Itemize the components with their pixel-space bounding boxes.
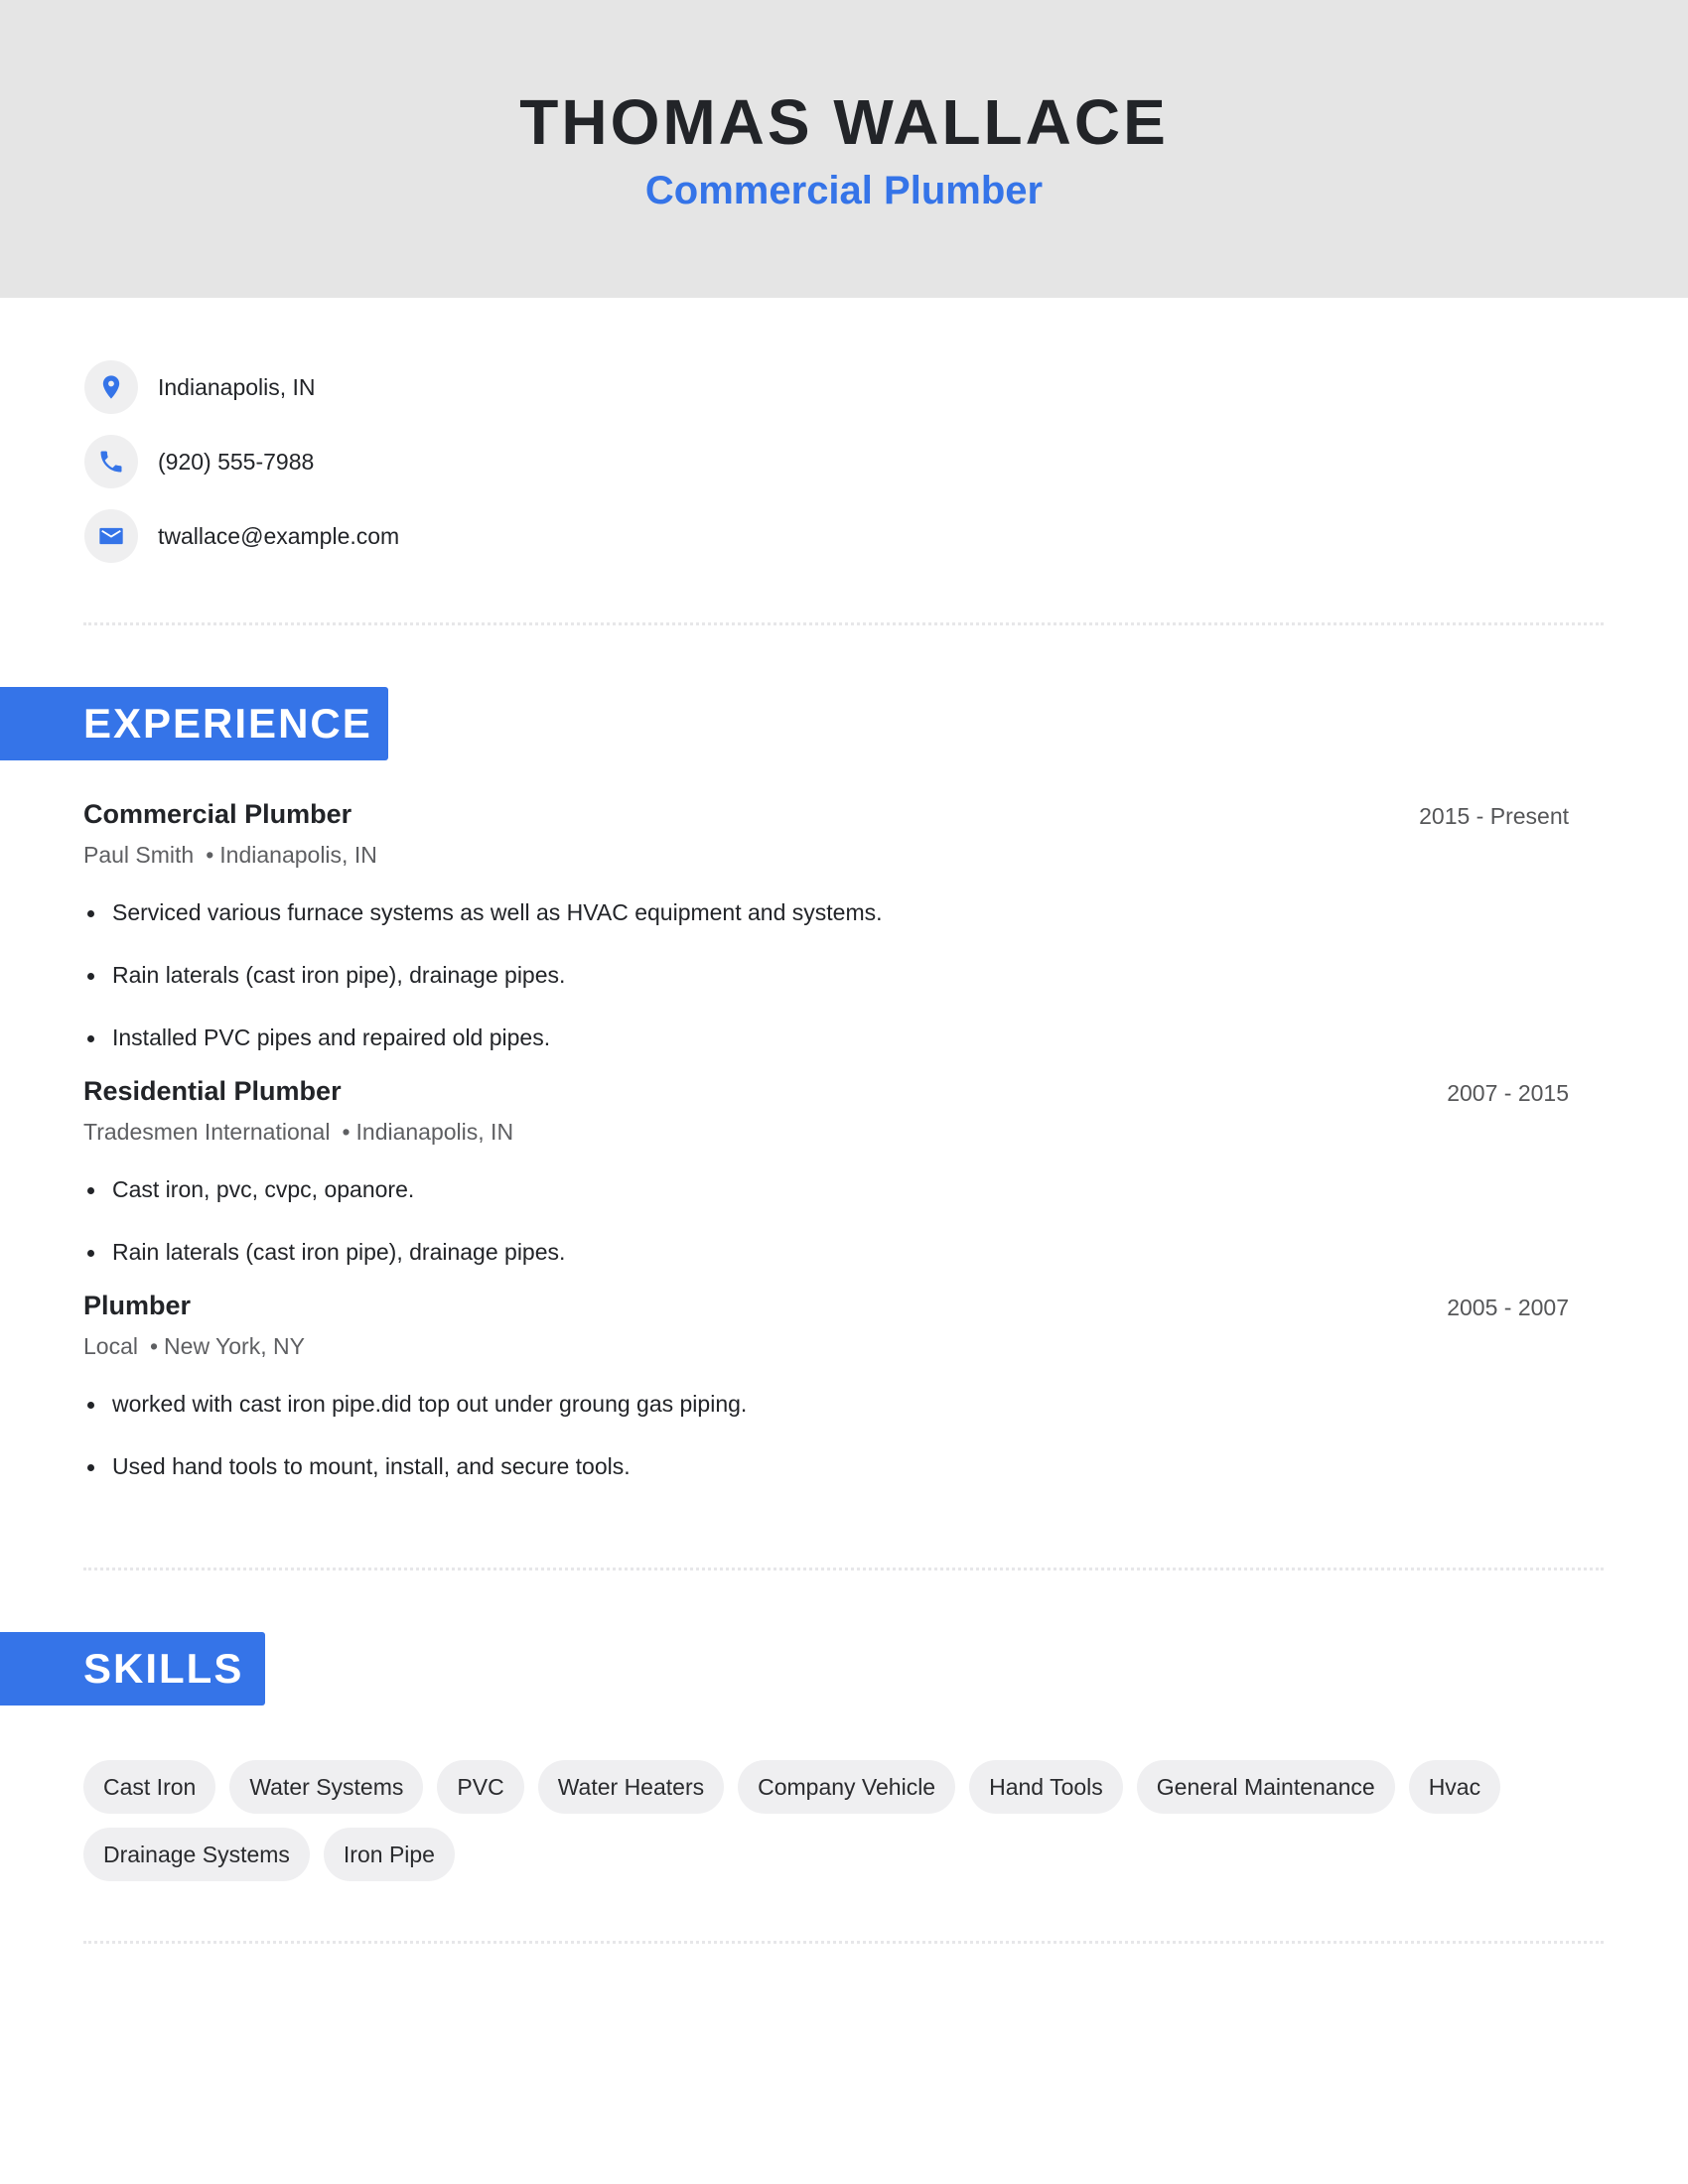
email-text: twallace@example.com [158, 522, 400, 549]
experience-heading: EXPERIENCE [0, 687, 388, 760]
skills-heading: SKILLS [0, 1632, 265, 1706]
job-company-line: Paul Smith • Indianapolis, IN [83, 842, 1569, 869]
job-company-line: Tradesmen International • Indianapolis, IN [83, 1119, 1569, 1146]
email-icon [84, 509, 138, 563]
skill-chip: Water Systems [229, 1760, 424, 1814]
job-company: Paul Smith [83, 842, 195, 868]
job-location: New York, NY [164, 1333, 305, 1359]
job-title: Residential Plumber [83, 1076, 342, 1106]
job-bullets: Serviced various furnace systems as well… [83, 882, 1569, 1069]
candidate-name: THOMAS WALLACE [519, 86, 1169, 158]
job-title: Plumber [83, 1291, 192, 1320]
skill-chip: Company Vehicle [738, 1760, 956, 1814]
contact-email: twallace@example.com [84, 509, 779, 563]
job-entry: Residential Plumber 2007 - 2015 Tradesme… [83, 1076, 1569, 1284]
contact-location: Indianapolis, IN [84, 360, 779, 414]
bullet-item: Used hand tools to mount, install, and s… [83, 1435, 1569, 1498]
bullet-item: worked with cast iron pipe.did top out u… [83, 1373, 1569, 1435]
skill-chip: PVC [437, 1760, 524, 1814]
skill-chip: Drainage Systems [83, 1828, 310, 1881]
job-bullets: Cast iron, pvc, cvpc, opanore. Rain late… [83, 1159, 1569, 1284]
skill-chip: General Maintenance [1136, 1760, 1395, 1814]
job-entry: Plumber 2005 - 2007 Local • New York, NY w… [83, 1291, 1569, 1498]
phone-icon [84, 435, 138, 488]
job-bullets: worked with cast iron pipe.did top out u… [83, 1373, 1569, 1498]
separator: • [149, 1333, 159, 1359]
job-company: Tradesmen International [83, 1119, 331, 1145]
phone-text: (920) 555-7988 [158, 448, 315, 475]
job-title: Commercial Plumber [83, 799, 352, 829]
job-dates: 2015 - Present [1419, 803, 1569, 829]
bullet-item: Rain laterals (cast iron pipe), drainage… [83, 944, 1569, 1007]
job-entry: Commercial Plumber 2015 - Present Paul S… [83, 799, 1569, 1069]
bullet-item: Cast iron, pvc, cvpc, opanore. [83, 1159, 1569, 1221]
bullet-item: Rain laterals (cast iron pipe), drainage… [83, 1221, 1569, 1284]
resume-header: THOMAS WALLACE Commercial Plumber [0, 0, 1688, 298]
candidate-title: Commercial Plumber [644, 169, 1044, 212]
bullet-item: Serviced various furnace systems as well… [83, 882, 1569, 944]
location-text: Indianapolis, IN [158, 373, 316, 400]
section-divider [83, 1568, 1604, 1570]
contact-phone: (920) 555-7988 [84, 435, 779, 488]
location-pin-icon [84, 360, 138, 414]
section-divider [83, 1941, 1604, 1944]
job-company-line: Local • New York, NY [83, 1333, 1569, 1360]
job-location: Indianapolis, IN [355, 1119, 514, 1145]
skill-chip: Hand Tools [969, 1760, 1123, 1814]
skill-chip: Hvac [1408, 1760, 1501, 1814]
separator: • [206, 842, 214, 868]
skill-chip: Cast Iron [83, 1760, 216, 1814]
skill-chip: Iron Pipe [323, 1828, 455, 1881]
section-divider [83, 622, 1604, 625]
job-company: Local [83, 1333, 138, 1359]
skills-list: Cast Iron Water Systems PVC Water Heater… [83, 1760, 1604, 1881]
job-dates: 2005 - 2007 [1447, 1295, 1569, 1320]
job-dates: 2007 - 2015 [1447, 1080, 1569, 1106]
skill-chip: Water Heaters [537, 1760, 725, 1814]
job-location: Indianapolis, IN [219, 842, 377, 868]
separator: • [342, 1119, 351, 1145]
bullet-item: Installed PVC pipes and repaired old pip… [83, 1007, 1569, 1069]
